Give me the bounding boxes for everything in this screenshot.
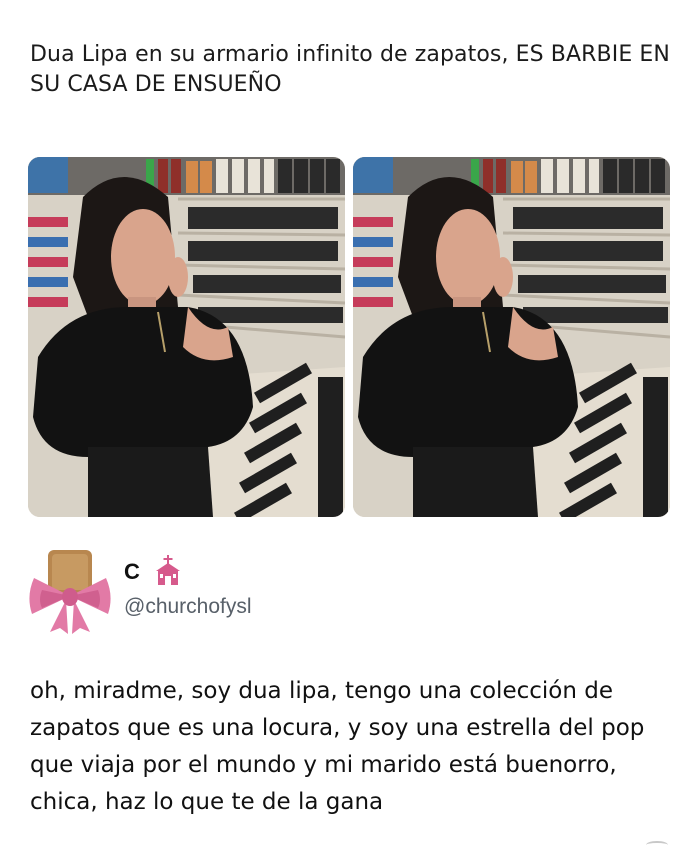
user-handle[interactable]: @churchofysl <box>124 595 252 619</box>
post-caption: Dua Lipa en su armario infinito de zapat… <box>30 42 670 97</box>
closet-selfie-image <box>353 157 670 517</box>
photo-left[interactable] <box>28 157 345 517</box>
display-name[interactable]: C <box>124 559 140 585</box>
photo-right[interactable] <box>353 157 670 517</box>
avatar[interactable] <box>28 550 112 634</box>
tweet-card: C @churchofysl oh, miradme, soy dua lipa… <box>0 545 700 846</box>
pink-bow-avatar-icon <box>29 550 111 634</box>
closet-selfie-image <box>28 157 345 517</box>
scroll-hint-icon <box>646 841 668 849</box>
meme-post: Dua Lipa en su armario infinito de zapat… <box>0 0 700 545</box>
tweet-text: oh, miradme, soy dua lipa, tengo una col… <box>30 678 645 815</box>
church-icon <box>150 555 186 587</box>
